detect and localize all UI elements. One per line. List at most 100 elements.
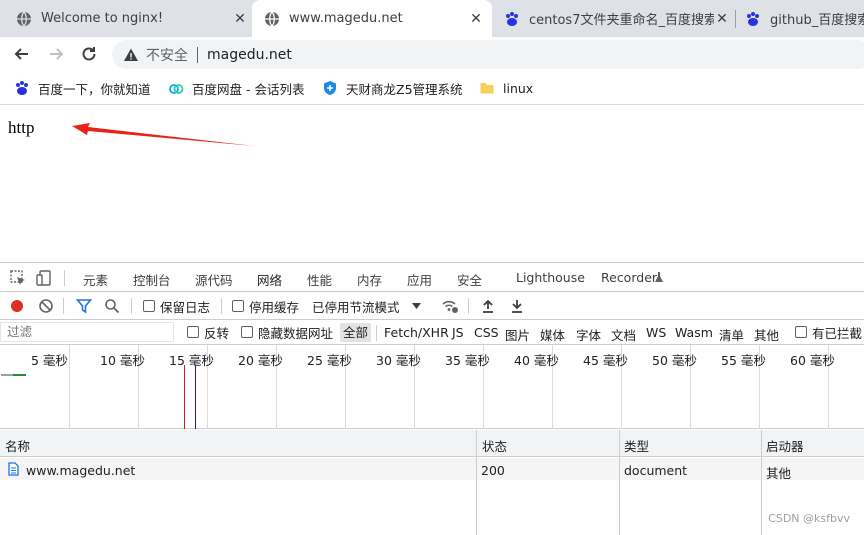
- filter-type-ws[interactable]: WS: [646, 325, 666, 340]
- network-conditions-icon[interactable]: [441, 297, 459, 315]
- checkbox-box[interactable]: [143, 300, 155, 312]
- timeline-tick-label: 15 毫秒: [169, 353, 214, 368]
- filter-type-wasm[interactable]: Wasm: [675, 325, 713, 340]
- devtools-tab-memory[interactable]: 内存: [357, 270, 382, 289]
- timeline-tick-label: 30 毫秒: [376, 353, 421, 368]
- blocked-cookies-checkbox[interactable]: 有已拦截: [795, 323, 862, 341]
- bookmark-label: 百度一下，你就知道: [38, 81, 151, 97]
- devtools-tab-application[interactable]: 应用: [407, 270, 432, 289]
- browser-tab[interactable]: github_百度搜索: [745, 0, 864, 37]
- requests-table-header: 名称 状态 类型 启动器: [0, 430, 864, 457]
- devtools-tab-console[interactable]: 控制台: [133, 270, 171, 289]
- tab-title: Welcome to nginx!: [41, 11, 164, 26]
- timeline-gridline: [69, 345, 70, 429]
- upload-icon[interactable]: [480, 298, 496, 314]
- invert-checkbox[interactable]: 反转: [187, 323, 229, 341]
- tab-title: www.magedu.net: [289, 11, 403, 26]
- column-divider: [619, 430, 620, 535]
- waterfall-bar: [1, 374, 13, 376]
- devtools-tab-bar: 元素 控制台 源代码 网络 性能 内存 应用 安全 Lighthouse Rec…: [0, 262, 864, 297]
- checkbox-box[interactable]: [241, 326, 253, 338]
- browser-tab[interactable]: centos7文件夹重命名_百度搜索 ✕: [504, 0, 730, 37]
- throttling-select[interactable]: 已停用节流模式: [312, 297, 421, 315]
- filter-type-css[interactable]: CSS: [474, 325, 499, 340]
- security-status[interactable]: 不安全: [146, 45, 188, 65]
- timeline-tick-label: 25 毫秒: [307, 353, 352, 368]
- flask-icon: [655, 272, 663, 282]
- filter-type-fetch-xhr[interactable]: Fetch/XHR: [384, 325, 449, 340]
- cell-initiator: 其他: [766, 466, 792, 481]
- clear-icon[interactable]: [38, 298, 54, 314]
- checkbox-box[interactable]: [187, 326, 199, 338]
- url-text[interactable]: magedu.net: [207, 47, 292, 63]
- tab-divider: [735, 10, 736, 28]
- devtools-tab-performance[interactable]: 性能: [307, 270, 332, 289]
- tab-title: centos7文件夹重命名_百度搜索: [529, 13, 714, 28]
- filter-type-all[interactable]: 全部: [340, 323, 372, 342]
- browser-tab[interactable]: Welcome to nginx! ✕: [16, 0, 248, 37]
- filter-type-js[interactable]: JS: [452, 325, 464, 340]
- checkbox-box[interactable]: [232, 300, 244, 312]
- timeline-tick-label: 55 毫秒: [721, 353, 766, 368]
- filter-type-font[interactable]: 字体: [576, 325, 601, 344]
- browser-tab-strip: Welcome to nginx! ✕ www.magedu.net ✕ cen…: [0, 0, 864, 37]
- filter-input[interactable]: [0, 322, 174, 342]
- omnibox-divider: [197, 46, 198, 63]
- filter-icon[interactable]: [76, 298, 92, 314]
- address-bar[interactable]: 不安全 magedu.net: [112, 40, 864, 69]
- filter-type-media[interactable]: 媒体: [540, 325, 565, 344]
- devtools-tab-network[interactable]: 网络: [252, 270, 287, 297]
- close-icon[interactable]: ✕: [232, 11, 248, 27]
- disable-cache-checkbox[interactable]: 停用缓存: [232, 297, 299, 315]
- column-header-name[interactable]: 名称: [5, 436, 30, 455]
- column-header-status[interactable]: 状态: [482, 436, 507, 455]
- devtools-tab-sources[interactable]: 源代码: [195, 270, 233, 289]
- shield-logo-icon: [324, 81, 336, 95]
- table-row[interactable]: www.magedu.net 200 document 其他: [0, 458, 864, 481]
- filter-type-img[interactable]: 图片: [505, 325, 530, 344]
- search-icon[interactable]: [104, 298, 120, 314]
- bookmark-folder[interactable]: linux: [479, 79, 533, 97]
- bookmark-item[interactable]: 百度一下，你就知道: [14, 79, 151, 97]
- back-button[interactable]: [10, 42, 34, 66]
- inspect-element-icon[interactable]: [9, 269, 27, 287]
- reload-button[interactable]: [77, 42, 101, 66]
- toolbar-divider: [131, 298, 132, 314]
- timeline-tick-label: 20 毫秒: [238, 353, 283, 368]
- dom-content-loaded-marker: [184, 365, 185, 429]
- filter-type-manifest[interactable]: 清单: [719, 325, 744, 344]
- devtools-tab-elements[interactable]: 元素: [83, 270, 108, 289]
- close-icon[interactable]: ✕: [714, 11, 730, 27]
- caret-down-icon: [411, 303, 421, 309]
- hide-data-urls-checkbox[interactable]: 隐藏数据网址: [241, 323, 333, 341]
- devtools-tab-recorder[interactable]: Recorder: [601, 270, 657, 285]
- watermark-text: CSDN @ksfbvv: [768, 512, 850, 525]
- devtools-tab-security[interactable]: 安全: [457, 270, 482, 289]
- checkbox-box[interactable]: [795, 326, 807, 338]
- network-overview-timeline[interactable]: 5 毫秒 10 毫秒 15 毫秒 20 毫秒 25 毫秒 30 毫秒 35 毫秒 40 毫秒 4…: [0, 345, 864, 429]
- bookmark-item[interactable]: 百度网盘 - 会话列表: [168, 79, 304, 97]
- bookmark-item[interactable]: 天财商龙Z5管理系统: [322, 79, 463, 97]
- download-icon[interactable]: [509, 298, 525, 314]
- devtools-tab-lighthouse[interactable]: Lighthouse: [516, 270, 585, 285]
- column-header-initiator[interactable]: 启动器: [766, 436, 804, 455]
- record-icon[interactable]: [9, 298, 25, 314]
- filter-type-doc[interactable]: 文档: [611, 325, 636, 344]
- bookmark-label: 天财商龙Z5管理系统: [346, 81, 463, 97]
- close-icon[interactable]: ✕: [468, 11, 484, 27]
- preserve-log-checkbox[interactable]: 保留日志: [143, 297, 210, 315]
- network-toolbar: 保留日志 停用缓存 已停用节流模式: [0, 292, 864, 320]
- filter-type-other[interactable]: 其他: [754, 325, 779, 344]
- cloud-icon: [169, 84, 184, 94]
- column-divider: [476, 430, 477, 535]
- arrow-right-icon: [50, 48, 64, 60]
- browser-tab-active[interactable]: www.magedu.net ✕: [252, 0, 492, 37]
- reload-icon: [82, 47, 96, 61]
- column-divider: [761, 430, 762, 535]
- forward-button[interactable]: [44, 42, 68, 66]
- network-filter-bar: 反转 隐藏数据网址 全部 Fetch/XHR JS CSS 图片 媒体 字体 文…: [0, 320, 864, 345]
- device-toolbar-icon[interactable]: [35, 269, 53, 287]
- toolbar-divider: [221, 298, 222, 314]
- column-header-type[interactable]: 类型: [624, 436, 649, 455]
- checkbox-label: 保留日志: [160, 299, 211, 315]
